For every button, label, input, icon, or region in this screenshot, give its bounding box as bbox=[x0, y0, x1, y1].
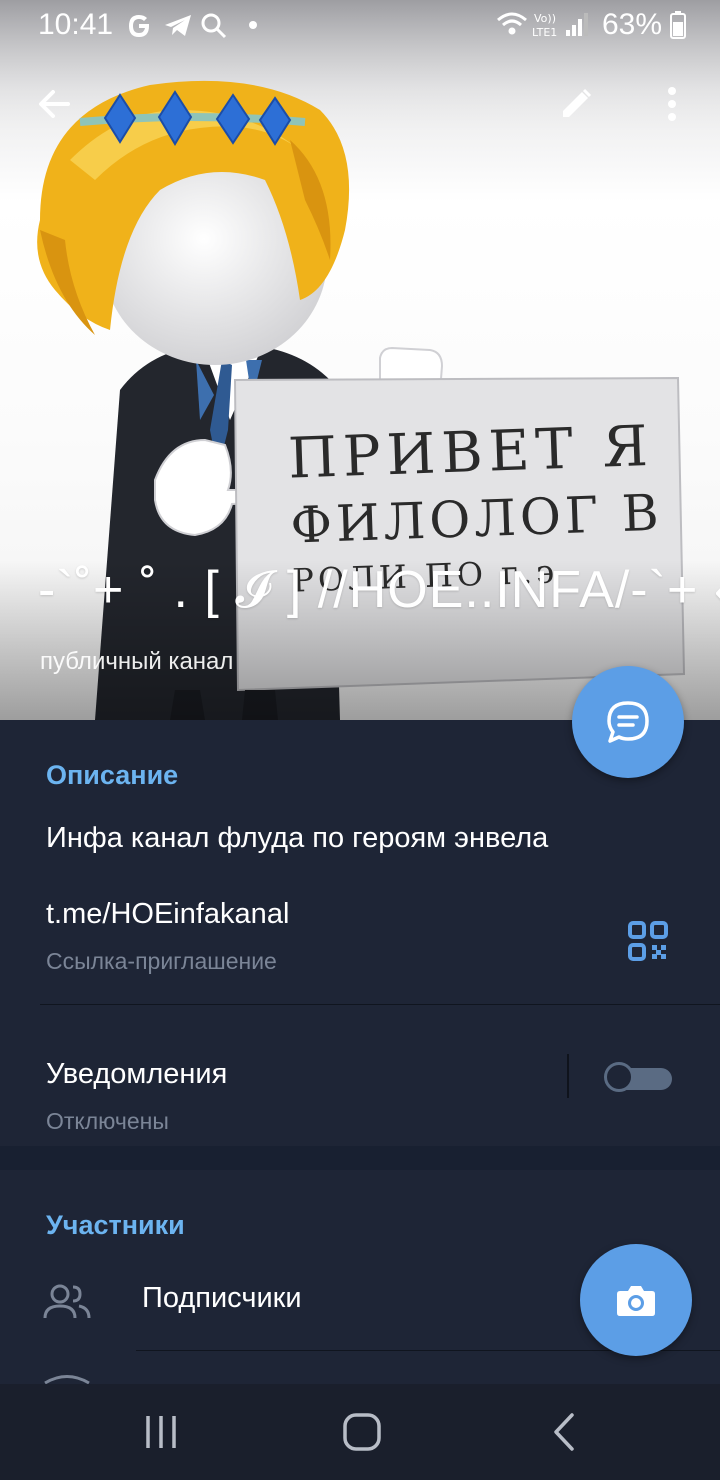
system-navigation-bar bbox=[0, 1384, 720, 1480]
description-header: Описание bbox=[46, 760, 179, 790]
edit-button[interactable] bbox=[552, 80, 600, 128]
camera-button[interactable] bbox=[580, 1244, 692, 1356]
invite-link-row[interactable]: t.me/HOEinfakanal Ссылка-приглашение bbox=[0, 880, 720, 990]
battery-percent: 63% bbox=[601, 8, 662, 41]
google-icon bbox=[129, 15, 149, 37]
dot-icon bbox=[249, 21, 257, 29]
battery-icon bbox=[670, 11, 686, 39]
info-section: Описание Инфа канал флуда по героям энве… bbox=[0, 720, 720, 1146]
more-vertical-icon bbox=[668, 87, 676, 121]
telegram-icon bbox=[165, 15, 191, 36]
back-nav-icon bbox=[554, 1413, 574, 1451]
home-icon bbox=[343, 1413, 381, 1451]
search-icon bbox=[201, 13, 227, 39]
status-left-icons bbox=[129, 13, 257, 39]
status-time: 10:41 bbox=[38, 8, 114, 41]
pencil-icon bbox=[563, 88, 592, 117]
subscribers-icon bbox=[43, 1284, 91, 1319]
invite-link[interactable]: t.me/HOEinfakanal bbox=[46, 898, 289, 931]
qr-code-icon bbox=[628, 921, 668, 961]
sign-line-2: ФИЛОЛОГ В bbox=[289, 483, 664, 555]
channel-type: публичный канал bbox=[40, 648, 234, 675]
wifi-icon bbox=[497, 12, 527, 35]
home-button[interactable] bbox=[338, 1410, 386, 1454]
chat-bubble-icon bbox=[607, 701, 649, 743]
nav-back-button[interactable] bbox=[540, 1410, 588, 1454]
signal-icon bbox=[566, 13, 588, 36]
more-options-button[interactable] bbox=[648, 80, 696, 128]
divider bbox=[40, 1004, 720, 1005]
notifications-status: Отключены bbox=[46, 1108, 169, 1134]
qr-code-button[interactable] bbox=[622, 915, 674, 967]
vertical-separator bbox=[567, 1054, 569, 1098]
recent-apps-icon bbox=[146, 1416, 176, 1448]
admins-icon bbox=[44, 1375, 90, 1384]
svg-text:LTE1: LTE1 bbox=[532, 26, 557, 39]
recent-apps-button[interactable] bbox=[136, 1410, 186, 1454]
status-bar: 10:41 Vo)) LTE1 63% bbox=[0, 0, 720, 52]
volte-icon: Vo))LTE1 bbox=[532, 12, 557, 39]
back-button[interactable] bbox=[30, 80, 78, 128]
subscribers-label: Подписчики bbox=[142, 1282, 302, 1314]
discussion-button[interactable] bbox=[572, 666, 684, 778]
channel-description: Инфа канал флуда по героям энвела bbox=[46, 822, 549, 854]
notifications-row[interactable]: Уведомления Отключены bbox=[0, 1006, 720, 1146]
notifications-toggle[interactable] bbox=[604, 1062, 672, 1092]
toggle-thumb bbox=[604, 1062, 634, 1092]
svg-text:Vo)): Vo)) bbox=[534, 12, 556, 25]
camera-icon bbox=[617, 1286, 655, 1316]
notifications-label: Уведомления bbox=[46, 1058, 228, 1090]
status-right-icons: Vo))LTE1 bbox=[497, 12, 588, 39]
invite-link-caption: Ссылка-приглашение bbox=[46, 948, 277, 974]
channel-cover-photo[interactable]: ПРИВЕТ Я ФИЛОЛОГ В РОЛИ ПО г.э 10:41 Vo)… bbox=[0, 0, 720, 720]
members-header: Участники bbox=[46, 1210, 185, 1240]
arrow-left-icon bbox=[39, 90, 70, 118]
channel-title: -`˚+ ˚ . [ 𝓘 ] //HOE..INFA/-`+ ‹ bbox=[38, 561, 720, 619]
